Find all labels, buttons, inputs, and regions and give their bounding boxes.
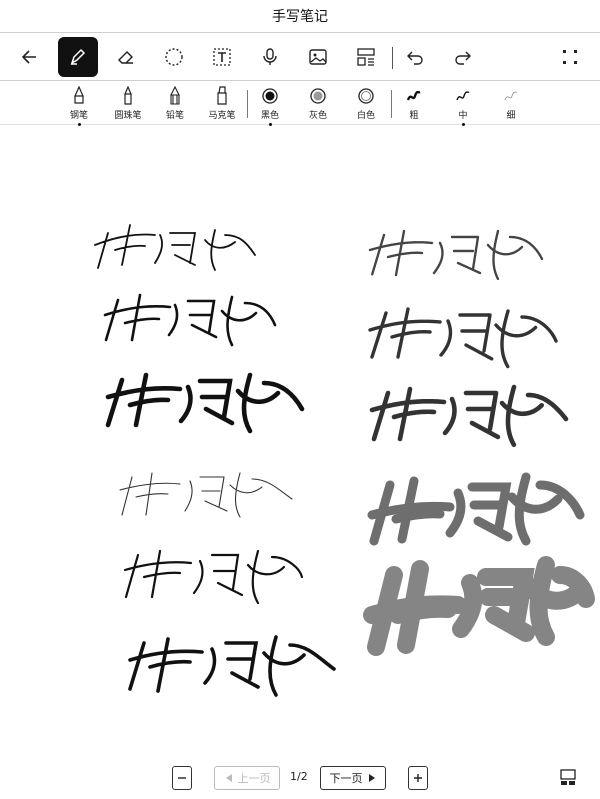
page-overview-button[interactable] <box>558 766 578 788</box>
redo-button[interactable] <box>443 37 483 77</box>
pen-type-pencil[interactable]: 铅笔 <box>151 86 199 121</box>
width-label: 粗 <box>409 111 419 121</box>
color-gray[interactable]: 灰色 <box>294 86 342 121</box>
prev-page-label: 上一页 <box>237 772 271 785</box>
text-box-icon <box>213 48 231 66</box>
page-indicator: 1/2 <box>290 770 308 783</box>
marker-icon <box>217 86 227 105</box>
width-thin[interactable]: 细 <box>487 86 535 121</box>
eraser-button[interactable] <box>106 37 146 77</box>
thick-stroke-icon <box>406 90 421 101</box>
minus-icon <box>178 777 186 779</box>
stroke-sample-6 <box>128 635 336 697</box>
toolbar-divider <box>392 47 393 69</box>
layout-button[interactable] <box>346 37 386 77</box>
window-title: 手写笔记 <box>272 9 328 25</box>
image-button[interactable] <box>298 37 338 77</box>
page-grid-icon <box>560 769 576 785</box>
plus-icon <box>414 774 422 782</box>
more-icon <box>563 50 577 64</box>
text-box-button[interactable] <box>202 37 242 77</box>
white-swatch-icon <box>358 88 374 104</box>
color-white[interactable]: 白色 <box>342 86 390 121</box>
color-black[interactable]: 黑色 <box>246 86 294 126</box>
pen-icon <box>70 48 86 65</box>
image-icon <box>309 49 327 65</box>
stroke-sample-2 <box>103 293 277 347</box>
ballpoint-pen-icon <box>124 86 132 105</box>
stroke-sample-1 <box>94 224 256 271</box>
gray-swatch-icon <box>310 88 326 104</box>
fountain-pen-icon <box>74 86 84 104</box>
pen-type-fountain[interactable]: 钢笔 <box>55 86 103 126</box>
stroke-sample-3 <box>105 372 305 434</box>
undo-button[interactable] <box>395 37 435 77</box>
stroke-sample-8 <box>368 307 558 369</box>
next-page-label: 下一页 <box>329 772 363 785</box>
pen-tool-button[interactable] <box>58 37 98 77</box>
width-thick[interactable]: 粗 <box>390 86 438 121</box>
microphone-icon <box>263 48 277 65</box>
medium-stroke-icon <box>456 91 470 101</box>
next-page-button[interactable]: 下一页 <box>320 766 386 790</box>
stroke-sample-11 <box>363 556 595 656</box>
undo-icon <box>407 51 423 65</box>
handwriting-strokes <box>94 224 595 697</box>
zoom-out-button[interactable] <box>172 766 192 790</box>
pen-label: 铅笔 <box>165 111 184 121</box>
lasso-button[interactable] <box>154 37 194 77</box>
stroke-sample-4 <box>119 472 293 518</box>
stroke-sample-9 <box>369 384 569 448</box>
thin-stroke-icon <box>504 91 518 101</box>
layout-icon <box>357 48 375 66</box>
stroke-sample-5 <box>123 549 304 605</box>
back-button[interactable] <box>10 37 50 77</box>
pen-label: 马克笔 <box>208 111 236 121</box>
width-label: 中 <box>458 111 468 121</box>
zoom-in-button[interactable] <box>408 766 428 790</box>
width-medium[interactable]: 中 <box>439 86 487 126</box>
back-icon <box>21 50 36 64</box>
handwriting-canvas[interactable] <box>0 125 600 755</box>
pen-type-marker[interactable]: 马克笔 <box>198 86 246 121</box>
color-label: 灰色 <box>308 111 327 121</box>
stroke-sample-10 <box>367 472 585 546</box>
triangle-right-icon <box>368 774 375 782</box>
color-label: 白色 <box>356 111 375 121</box>
black-swatch-icon <box>262 88 278 104</box>
pen-label: 圆珠笔 <box>114 111 142 121</box>
redo-icon <box>455 51 471 65</box>
color-label: 黑色 <box>260 111 279 121</box>
pencil-icon <box>170 86 180 105</box>
more-button[interactable] <box>550 37 590 77</box>
pen-type-ballpoint[interactable]: 圆珠笔 <box>104 86 152 121</box>
triangle-left-icon <box>225 774 232 782</box>
pen-label: 钢笔 <box>69 111 88 121</box>
lasso-icon <box>165 48 183 66</box>
pen-options-bar: 钢笔 圆珠笔 铅笔 马克笔 黑色 灰色 白色 粗 中 细 <box>0 80 600 126</box>
voice-button[interactable] <box>250 37 290 77</box>
stroke-sample-7 <box>368 229 544 281</box>
width-label: 细 <box>506 111 516 121</box>
page-footer: 上一页 1/2 下一页 <box>0 758 600 799</box>
eraser-icon <box>118 51 133 64</box>
prev-page-button[interactable]: 上一页 <box>214 766 280 790</box>
main-toolbar <box>0 32 600 81</box>
